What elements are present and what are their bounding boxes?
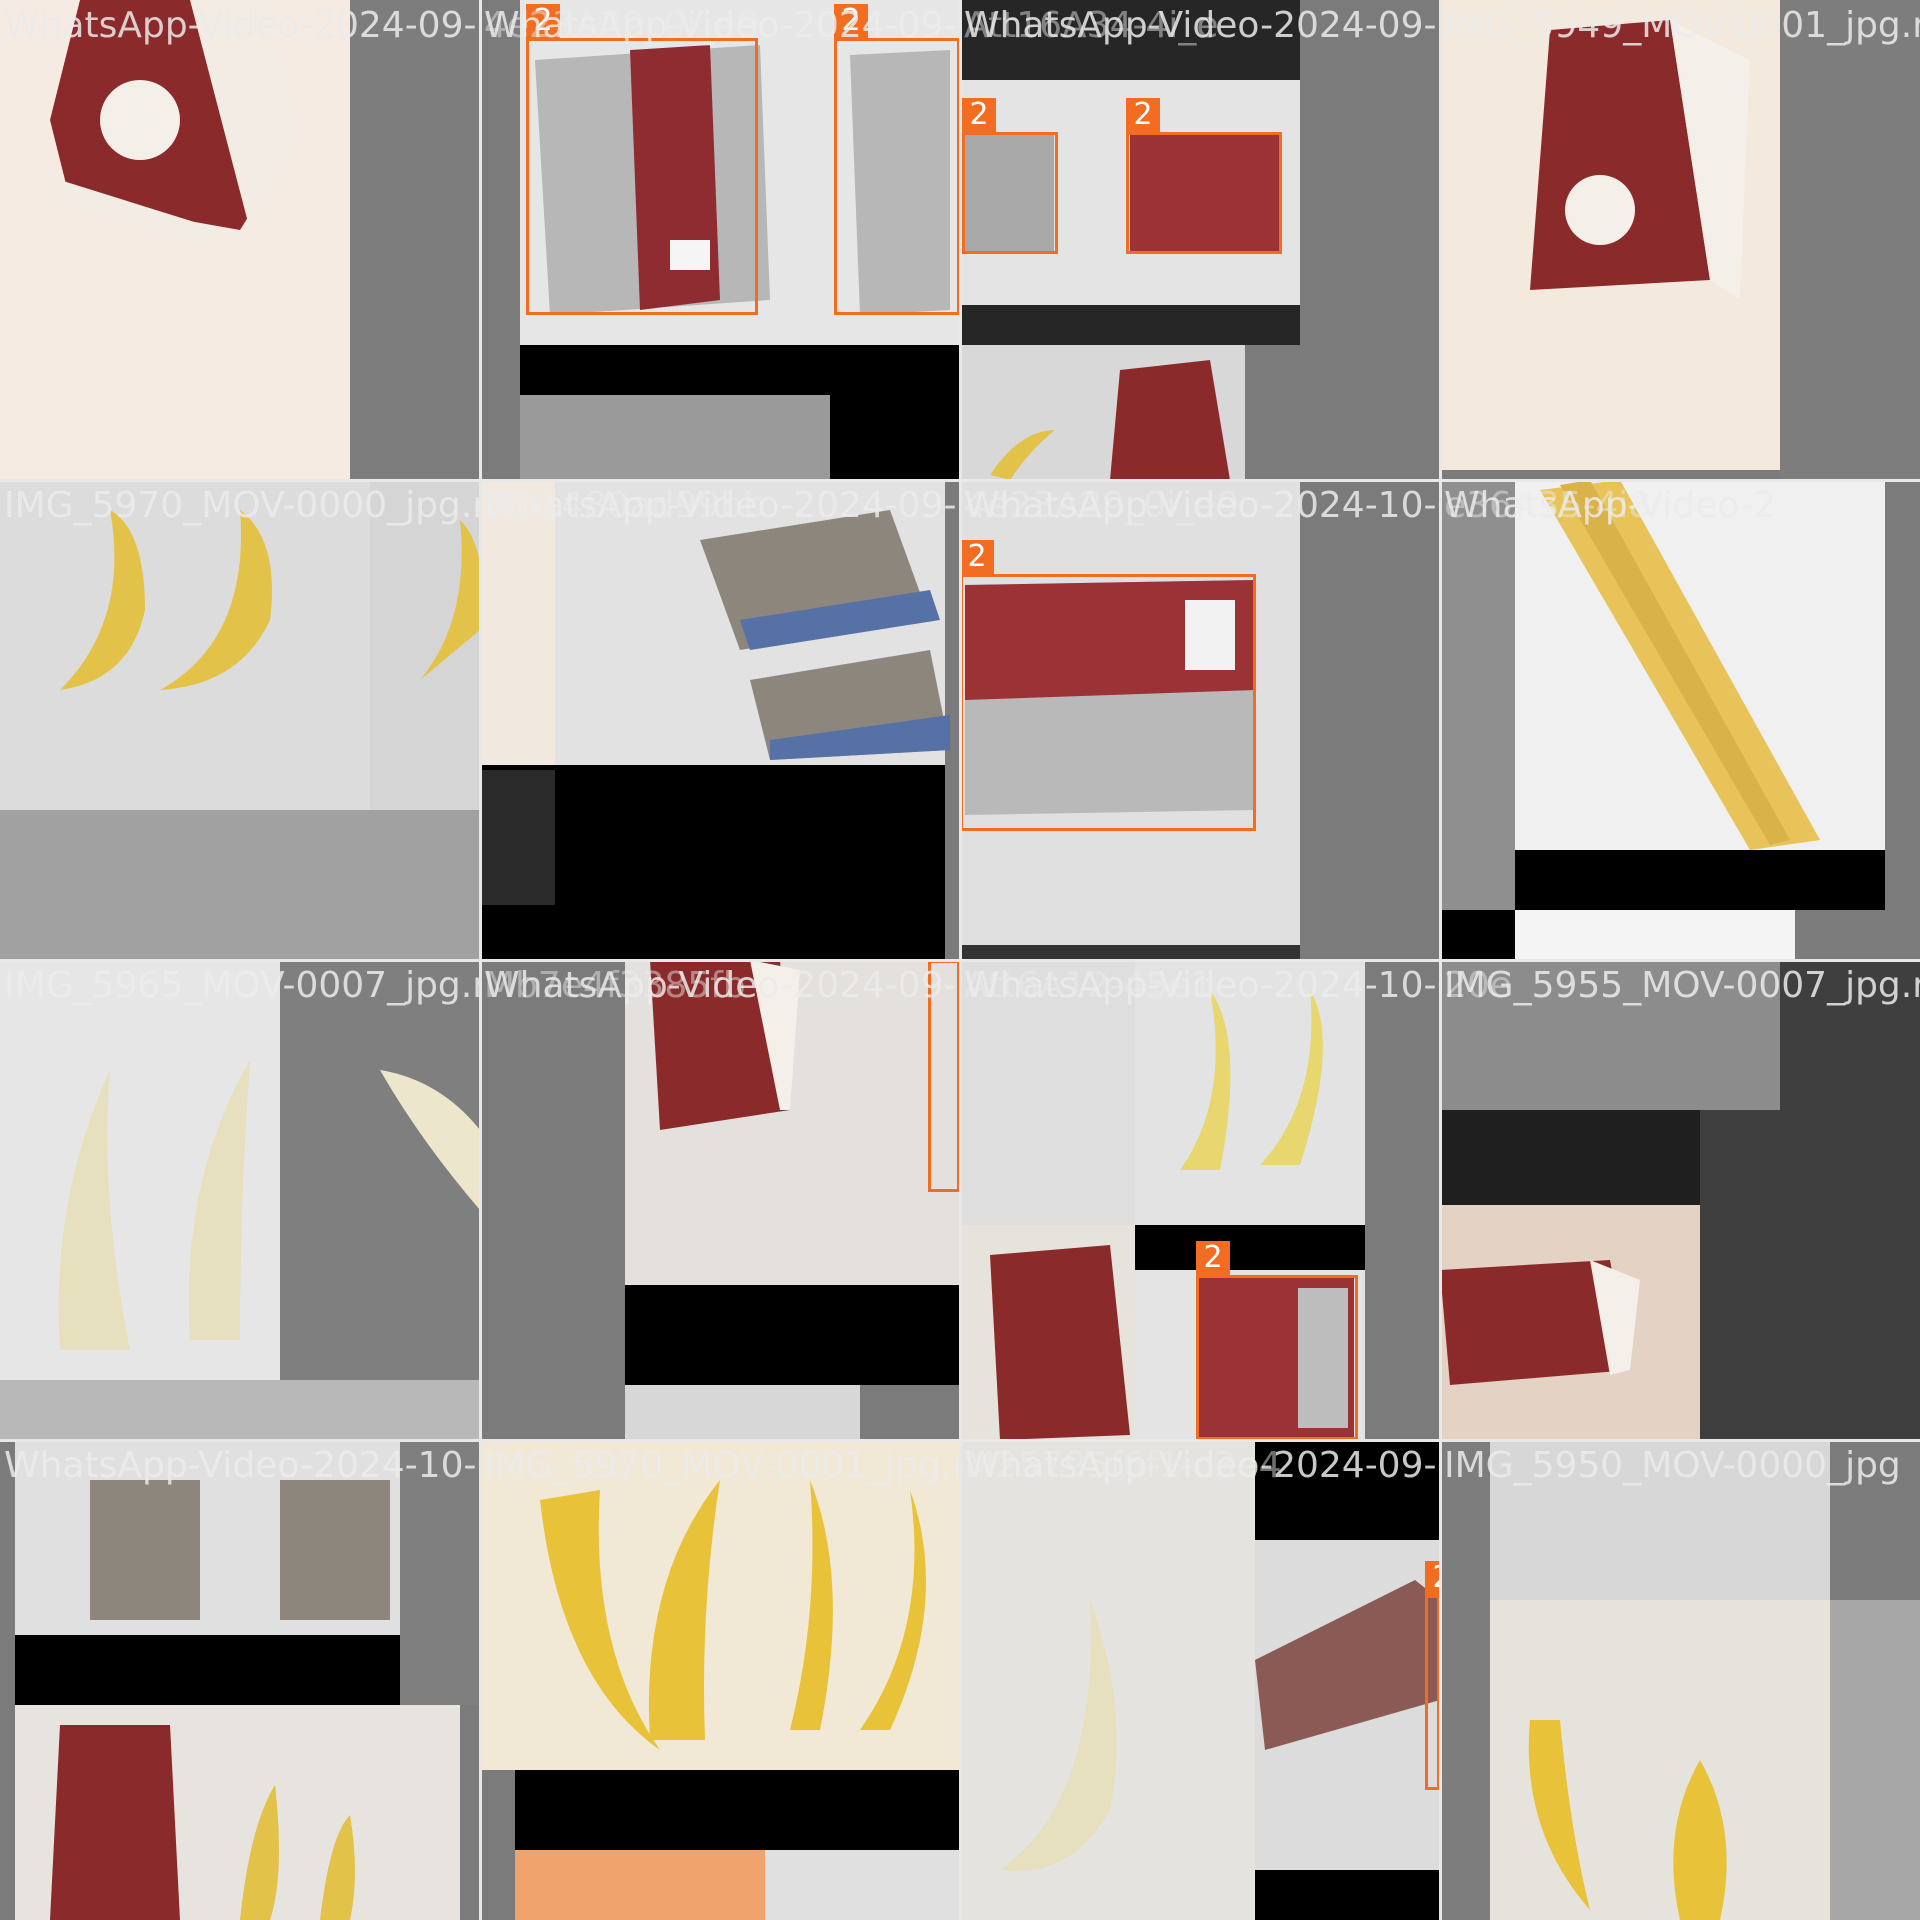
milk-carton-photo — [1440, 1260, 1640, 1385]
detection-box: 2 — [962, 98, 1058, 254]
banana-photo — [1180, 990, 1323, 1170]
tile-0-2: 2 2 WhatsApp-Video-2024-09-20 Att16A34-4… — [960, 0, 1440, 480]
tile-filename-overlap: 4e23A29_0i_e9 — [484, 5, 760, 46]
detection-box: 2 — [834, 4, 960, 315]
quaker-box-photo — [90, 1480, 390, 1620]
milk-carton-photo — [990, 1245, 1130, 1440]
tile-3-3: IMG_5950_MOV-0000_jpg — [1440, 1440, 1920, 1920]
tile-filename: IMG_5965_MOV-0007_jpg.r — [4, 965, 480, 1006]
tile-filename-overlap: 4e23A29_0i_e9 — [964, 485, 1240, 526]
grid-divider — [0, 479, 1920, 482]
grid-divider — [0, 959, 1920, 962]
milk-carton-photo — [1255, 1580, 1440, 1750]
detection-box: 2 — [526, 4, 758, 315]
tile-filename-overlap: M25795f6f1-c3e4 — [964, 1445, 1282, 1486]
tile-filename-overlap: Mb1480ad99bb — [484, 485, 766, 526]
detection-box: 2 — [960, 540, 1256, 831]
banana-photo — [990, 430, 1055, 480]
tile-3-0: WhatsApp-Video-2024-10-07 — [0, 1440, 480, 1920]
tile-1-2: 2 WhatsApp-Video-2024-10-07 4e23A29_0i_e… — [960, 480, 1440, 960]
tile-1-0: IMG_5970_MOV-0000_jpg.r — [0, 480, 480, 960]
tile-1-3: WhatsApp-Video-2 e36A35-4i8 — [1440, 480, 1920, 960]
tile-2-2: 2 WhatsApp-Video-2024-10-07 Att6A12-45e1 — [960, 960, 1440, 1440]
milk-carton-photo — [50, 1725, 355, 1920]
banana-photo — [540, 1480, 926, 1750]
banana-photo — [58, 1060, 480, 1350]
tile-filename-overlap: Mb7e4f3385fb — [484, 965, 746, 1006]
toblerone-photo — [1540, 480, 1820, 850]
milk-carton-photo — [1110, 360, 1230, 480]
detection-box: 2 — [1126, 98, 1282, 254]
tile-0-1: 2 2 WhatsApp-Video-2024-09-20 4e23A29_0i… — [480, 0, 960, 480]
tile-filename: IMG_5955_MOV-0007_jpg.r — [1444, 965, 1920, 1006]
tile-filename-overlap: 4c5-48e — [484, 1445, 631, 1486]
grid-divider — [0, 1439, 1920, 1442]
banana-photo — [1528, 1720, 1727, 1920]
tile-filename: WhatsApp-Video-2024-09-22 — [4, 5, 480, 46]
tile-2-3: IMG_5955_MOV-0007_jpg.r 20e — [1440, 960, 1920, 1440]
tile-filename: IMG_5970_MOV-0000_jpg.r — [4, 485, 480, 526]
tile-filename-overlap: 20e — [1444, 965, 1512, 1006]
tile-filename: WhatsApp-Video-2024-10-07 — [4, 1445, 480, 1486]
tile-filename-overlap: Att16A34-4i_e — [964, 5, 1219, 46]
detection-box: 2 — [1196, 1241, 1358, 1440]
tile-2-0: IMG_5965_MOV-0007_jpg.r — [0, 960, 480, 1440]
tile-filename: IMG_5950_MOV-0000_jpg — [1444, 1445, 1901, 1486]
tile-3-1: IMG_5970_MOV-0001_jpg.r 4c5-48e — [480, 1440, 960, 1920]
tile-1-1: WhatsApp-Video-2024-09-2 Mb1480ad99bb — [480, 480, 960, 960]
milk-carton-photo — [1530, 20, 1750, 300]
tile-filename: IMG_5949_MOV-0001_jpg.r — [1444, 5, 1920, 46]
detection-box: 2 — [1425, 1561, 1440, 1790]
tile-3-2: 2 WhatsApp-Video-2024-09-27 M25795f6f1-c… — [960, 1440, 1440, 1920]
tile-filename-overlap: Att6A12-45e1 — [964, 965, 1214, 1006]
tile-filename-overlap: e36A35-4i8 — [1444, 485, 1652, 526]
quaker-box-photo — [700, 510, 950, 760]
tile-0-3: IMG_5949_MOV-0001_jpg.r — [1440, 0, 1920, 480]
banana-photo — [60, 510, 480, 690]
banana-photo — [1000, 1600, 1117, 1872]
mosaic-grid: WhatsApp-Video-2024-09-22 2 2 WhatsApp-V… — [0, 0, 1920, 1920]
tile-2-1: 2 WhatsApp-Video-2024-09-2 Mb7e4f3385fb — [480, 960, 960, 1440]
tile-0-0: WhatsApp-Video-2024-09-22 — [0, 0, 480, 480]
